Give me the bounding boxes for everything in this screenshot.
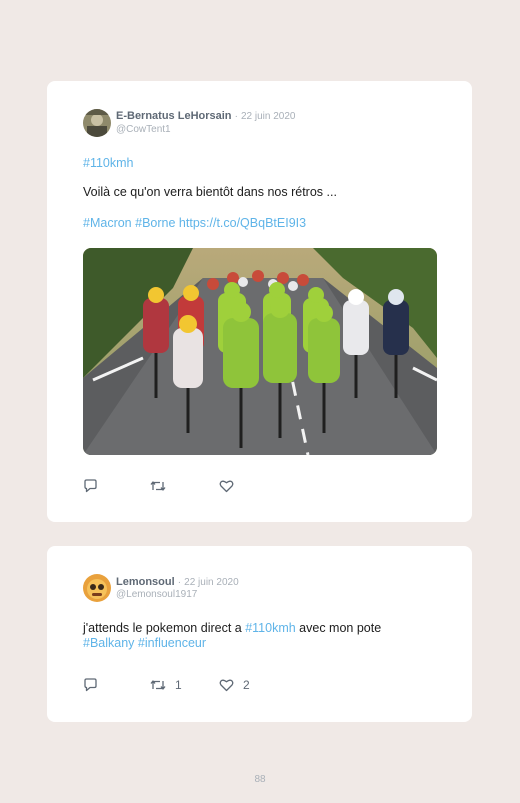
author-name[interactable]: Lemonsoul xyxy=(116,576,175,588)
retweet-icon xyxy=(150,678,166,692)
tweet-text-line2: #Balkany #influenceur xyxy=(83,636,206,650)
author-handle[interactable]: @CowTent1 xyxy=(116,124,171,135)
like-icon xyxy=(219,479,234,493)
tweet-text: j'attends le pokemon direct a #110kmh av… xyxy=(83,621,381,635)
tweet-header: Lemonsoul · 22 juin 2020 xyxy=(116,576,239,588)
hashtag-link[interactable]: #Macron xyxy=(83,216,132,230)
url-link[interactable]: https://t.co/QBqBtEI9I3 xyxy=(179,216,306,230)
retweet-count: 1 xyxy=(175,678,182,692)
hashtag-link[interactable]: #110kmh xyxy=(245,621,296,635)
hashtag-line: #110kmh xyxy=(83,156,134,170)
page-number: 88 xyxy=(254,774,266,785)
tweet-header: E-Bernatus LeHorsain · 22 juin 2020 xyxy=(116,110,296,122)
reply-icon xyxy=(83,479,98,493)
reply-icon xyxy=(83,678,98,692)
retweet-button[interactable] xyxy=(150,479,175,493)
author-name[interactable]: E-Bernatus LeHorsain xyxy=(116,110,232,122)
separator: · xyxy=(177,577,182,588)
retweet-icon xyxy=(150,479,166,493)
retweet-button[interactable]: 1 xyxy=(150,678,182,692)
tweet-date[interactable]: 22 juin 2020 xyxy=(241,111,296,122)
avatar[interactable] xyxy=(83,109,111,137)
tweet-date[interactable]: 22 juin 2020 xyxy=(184,577,239,588)
reply-button[interactable] xyxy=(83,678,107,692)
tweet-card: Lemonsoul · 22 juin 2020 @Lemonsoul1917 … xyxy=(47,546,472,722)
text-segment: avec mon pote xyxy=(295,621,382,635)
like-count: 2 xyxy=(243,678,250,692)
hashtag-link[interactable]: #influenceur xyxy=(138,636,206,650)
hashtag-link[interactable]: #Borne xyxy=(135,216,175,230)
like-button[interactable]: 2 xyxy=(219,678,250,692)
tweet-card: E-Bernatus LeHorsain · 22 juin 2020 @Cow… xyxy=(47,81,472,522)
tweet-text: Voilà ce qu'on verra bientôt dans nos ré… xyxy=(83,185,337,199)
like-icon xyxy=(219,678,234,692)
tweet-photo[interactable] xyxy=(83,248,437,455)
hashtag-link[interactable]: #Balkany xyxy=(83,636,134,650)
tags-line: #Macron #Borne https://t.co/QBqBtEI9I3 xyxy=(83,216,306,230)
author-handle[interactable]: @Lemonsoul1917 xyxy=(116,589,197,600)
hashtag-link[interactable]: #110kmh xyxy=(83,156,134,170)
text-segment: j'attends le pokemon direct a xyxy=(83,621,246,635)
reply-button[interactable] xyxy=(83,479,107,493)
avatar[interactable] xyxy=(83,574,111,602)
like-button[interactable] xyxy=(219,479,243,493)
separator: · xyxy=(234,111,238,122)
